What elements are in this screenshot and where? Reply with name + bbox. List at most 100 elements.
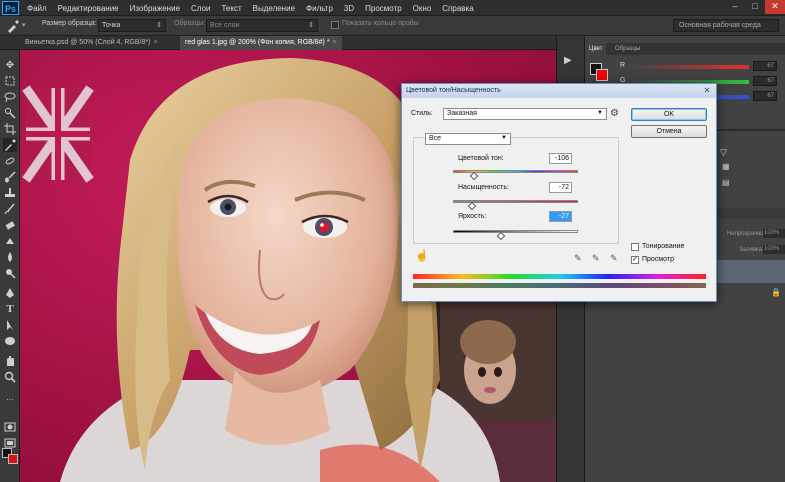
tab-vignette[interactable]: Виньетка.psd @ 50% (Слой 4, RGB/8*) ×: [20, 36, 163, 50]
close-window-icon[interactable]: ✕: [765, 0, 785, 14]
ok-button[interactable]: OK: [631, 108, 707, 121]
style-select[interactable]: Заказная ▼: [443, 108, 607, 120]
screen-mode-icon[interactable]: [3, 436, 17, 450]
eyedropper-plus-icon[interactable]: ✎: [592, 253, 600, 264]
dodge-icon[interactable]: [3, 266, 17, 280]
saturation-input[interactable]: -72: [549, 182, 572, 193]
eyedropper-icon[interactable]: [6, 19, 20, 35]
lightness-input[interactable]: -27: [549, 211, 572, 222]
menu-help[interactable]: Справка: [442, 4, 473, 13]
eyedropper-icon[interactable]: ✎: [574, 253, 582, 264]
opacity-value[interactable]: 100%: [763, 229, 785, 238]
maximize-icon[interactable]: □: [745, 0, 765, 14]
hue-input[interactable]: -106: [549, 153, 572, 164]
preview-checkbox[interactable]: ✓: [631, 256, 639, 264]
bg-swatch[interactable]: [596, 69, 608, 81]
style-label: Стиль:: [411, 110, 433, 117]
samples-label: Образцы:: [174, 20, 206, 27]
menu-3d[interactable]: 3D: [344, 4, 354, 13]
range-value: Все: [429, 135, 442, 142]
sample-size-label: Размер образца:: [42, 20, 97, 27]
eraser-icon[interactable]: [3, 218, 17, 232]
grid-icon[interactable]: ▦: [722, 162, 730, 171]
menu-type[interactable]: Текст: [221, 4, 241, 13]
lightness-slider[interactable]: [453, 230, 578, 233]
lasso-icon[interactable]: [3, 90, 17, 104]
close-icon[interactable]: ×: [153, 39, 157, 46]
hue-label: Цветовой тон:: [458, 155, 504, 162]
gradient-icon[interactable]: [3, 234, 17, 248]
quick-mask-icon[interactable]: [3, 420, 17, 434]
blur-icon[interactable]: [3, 250, 17, 264]
style-value: Заказная: [447, 110, 477, 117]
zoom-icon[interactable]: [3, 370, 17, 384]
history-brush-icon[interactable]: [3, 202, 17, 216]
lock-icon: 🔒: [771, 288, 781, 297]
menu-select[interactable]: Выделение: [253, 4, 295, 13]
tab-red-glas[interactable]: red glas 1.jpg @ 200% (Фон копия, RGB/8#…: [180, 36, 342, 50]
shape-icon[interactable]: [3, 334, 17, 348]
samples-select[interactable]: Все слои ⇕: [206, 19, 318, 32]
color-panel-tabs: Цвет Образцы: [585, 43, 785, 55]
dialog-title-bar[interactable]: Цветовой тон/Насыщенность ✕: [402, 84, 716, 98]
colorize-label: Тонирование: [642, 243, 685, 250]
workspace-select[interactable]: Основная рабочая среда: [673, 19, 779, 32]
sample-size-select[interactable]: Точка ⇕: [98, 19, 166, 32]
tab-color[interactable]: Цвет: [585, 43, 607, 55]
tab-title: Виньетка.psd @ 50% (Слой 4, RGB/8*): [25, 39, 151, 46]
colorize-checkbox[interactable]: [631, 243, 639, 251]
healing-icon[interactable]: [3, 154, 17, 168]
preview-label: Просмотр: [642, 256, 674, 263]
menu-image[interactable]: Изображение: [130, 4, 180, 13]
marquee-icon[interactable]: [3, 74, 17, 88]
gear-icon[interactable]: ⚙: [610, 108, 619, 119]
levels-icon[interactable]: ▤: [722, 178, 730, 187]
play-icon[interactable]: ▶: [564, 55, 578, 67]
more-tools-icon[interactable]: …: [3, 390, 17, 404]
fill-value[interactable]: 100%: [763, 245, 785, 254]
adjust-icon[interactable]: ▽: [720, 147, 727, 158]
move-icon[interactable]: ✥: [3, 58, 17, 72]
target-adjust-icon[interactable]: ☝: [415, 249, 429, 262]
photoshop-window: Ps Файл Редактирование Изображение Слои …: [0, 0, 785, 482]
adjustment-group: [413, 137, 619, 244]
sample-size-value: Точка: [102, 22, 121, 29]
brush-icon[interactable]: [3, 170, 17, 184]
cancel-button[interactable]: Отмена: [631, 125, 707, 138]
minimize-icon[interactable]: –: [725, 0, 745, 14]
crop-icon[interactable]: [3, 122, 17, 136]
menu-filter[interactable]: Фильтр: [306, 4, 333, 13]
menu-file[interactable]: Файл: [27, 4, 47, 13]
show-ring-checkbox[interactable]: [331, 21, 339, 29]
chevron-down-icon: ⇕: [308, 22, 314, 29]
tool-preset-chevron-icon[interactable]: ▾: [22, 21, 26, 29]
hue-saturation-dialog: Цветовой тон/Насыщенность ✕ Стиль: Заказ…: [401, 83, 717, 302]
workspace-value: Основная рабочая среда: [679, 22, 761, 29]
eyedropper-minus-icon[interactable]: ✎: [610, 253, 618, 264]
path-select-icon[interactable]: [3, 318, 17, 332]
quick-select-icon[interactable]: [3, 106, 17, 120]
tab-swatches[interactable]: Образцы: [611, 43, 644, 55]
channel-r-slider[interactable]: [632, 65, 749, 69]
type-icon[interactable]: T: [3, 302, 17, 316]
menu-layers[interactable]: Слои: [191, 4, 210, 13]
eyedropper-tool-icon[interactable]: [3, 138, 17, 152]
menu-window[interactable]: Окно: [413, 4, 432, 13]
menu-view[interactable]: Просмотр: [365, 4, 402, 13]
close-icon[interactable]: ✕: [701, 86, 713, 96]
tab-title: red glas 1.jpg @ 200% (Фон копия, RGB/8#…: [185, 39, 330, 46]
pen-icon[interactable]: [3, 286, 17, 300]
channel-r-value[interactable]: 67: [753, 61, 777, 71]
channel-r-label: R: [620, 62, 626, 69]
dialog-title: Цветовой тон/Насыщенность: [406, 87, 501, 94]
options-bar: ▾ Размер образца: Точка ⇕ Образцы: Все сл…: [0, 16, 785, 36]
samples-value: Все слои: [210, 22, 240, 29]
channel-b-value[interactable]: 67: [753, 91, 777, 101]
menu-edit[interactable]: Редактирование: [58, 4, 119, 13]
channel-g-value[interactable]: 67: [753, 76, 777, 86]
background-color-swatch[interactable]: [8, 454, 18, 464]
stamp-icon[interactable]: [3, 186, 17, 200]
range-select[interactable]: Все ▼: [425, 133, 511, 145]
hand-icon[interactable]: [3, 354, 17, 368]
close-icon[interactable]: ×: [333, 39, 337, 46]
